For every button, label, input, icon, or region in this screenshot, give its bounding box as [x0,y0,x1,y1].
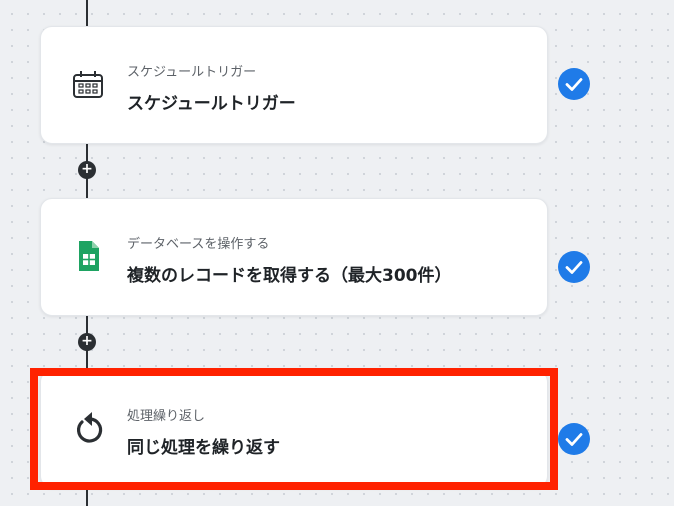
step-title: スケジュールトリガー [127,94,296,114]
check-icon [558,423,590,455]
highlight-box [30,368,558,490]
connector-line-top [86,0,88,26]
schedule-calendar-icon [71,67,105,101]
step-card-database-operation[interactable]: データベースを操作する 複数のレコードを取得する（最大300件） [40,198,548,316]
step-subtitle: スケジュールトリガー [127,65,257,80]
check-icon [558,251,590,283]
step-title: 複数のレコードを取得する（最大300件） [127,266,452,286]
add-step-button[interactable]: + [78,333,96,351]
google-sheets-icon [71,239,105,273]
add-step-button[interactable]: + [78,161,96,179]
step-subtitle: データベースを操作する [127,237,270,252]
step-card-schedule-trigger[interactable]: スケジュールトリガー スケジュールトリガー [40,26,548,144]
check-icon [558,68,590,100]
